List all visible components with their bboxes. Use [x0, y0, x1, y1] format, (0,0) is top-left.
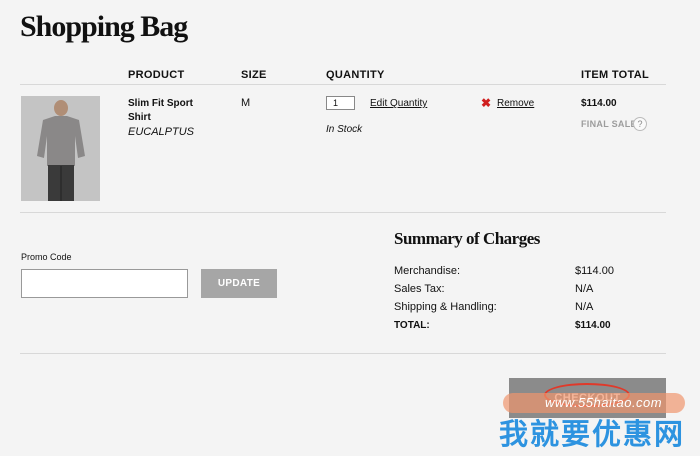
summary-label-shipping: Shipping & Handling: [394, 301, 497, 313]
final-sale-label: FINAL SALE [581, 119, 637, 129]
summary-value-merchandise: $114.00 [575, 265, 614, 277]
remove-link[interactable]: Remove [497, 98, 534, 109]
divider [20, 212, 666, 213]
stock-status: In Stock [326, 124, 363, 135]
promo-code-input[interactable] [21, 269, 188, 298]
divider [20, 84, 666, 85]
product-image[interactable] [21, 96, 100, 201]
header-quantity: QUANTITY [326, 69, 385, 81]
header-product: PRODUCT [128, 69, 185, 81]
edit-quantity-link[interactable]: Edit Quantity [370, 98, 427, 109]
summary-value-tax: N/A [575, 283, 594, 295]
watermark-url: www.55haitao.com [545, 395, 663, 410]
page-title: Shopping Bag [20, 10, 188, 43]
product-name[interactable]: Slim Fit Sport Shirt [128, 97, 208, 125]
summary-label-total: TOTAL: [394, 320, 430, 331]
header-size: SIZE [241, 69, 267, 81]
summary-label-merchandise: Merchandise: [394, 265, 461, 277]
quantity-input[interactable] [326, 96, 355, 110]
divider [20, 353, 666, 354]
item-total-price: $114.00 [581, 98, 617, 109]
help-icon[interactable]: ? [633, 117, 647, 131]
remove-x-icon[interactable]: ✖ [481, 97, 491, 109]
shirt-illustration [21, 96, 100, 201]
header-item-total: ITEM TOTAL [581, 69, 649, 81]
product-size: M [241, 97, 251, 109]
product-color: EUCALPTUS [128, 126, 195, 138]
summary-label-tax: Sales Tax: [394, 283, 445, 295]
summary-title: Summary of Charges [394, 229, 540, 248]
summary-value-shipping: N/A [575, 301, 594, 313]
watermark-text: 我就要优惠网 [499, 419, 686, 451]
promo-code-label: Promo Code [21, 252, 72, 262]
summary-value-total: $114.00 [575, 320, 611, 331]
update-button[interactable]: UPDATE [201, 269, 277, 298]
